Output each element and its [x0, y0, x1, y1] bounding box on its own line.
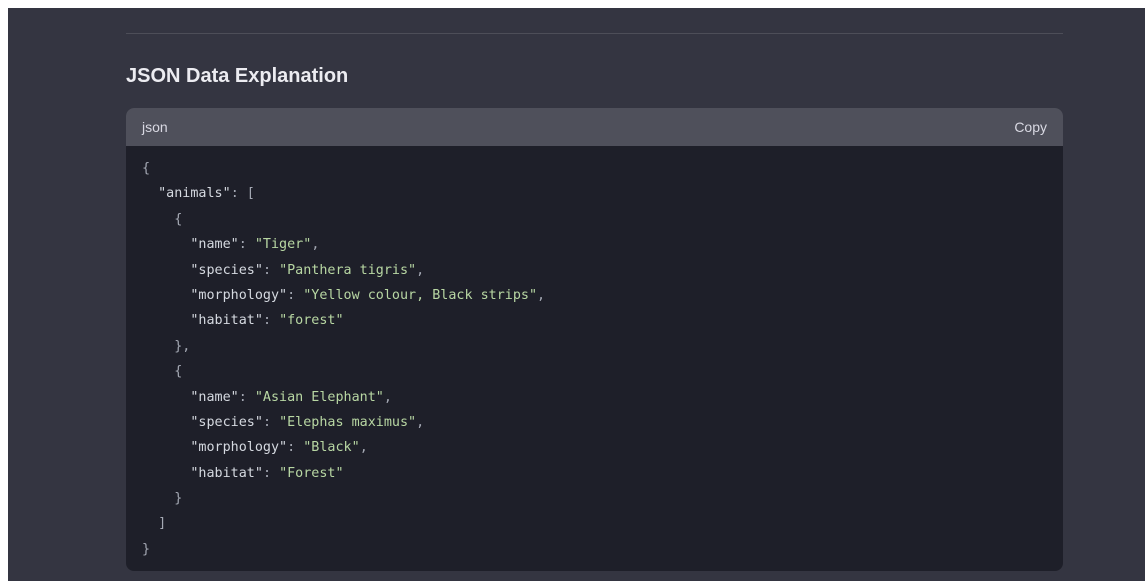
code-line: {	[142, 207, 1047, 232]
code-punctuation: : [	[230, 186, 255, 202]
section-heading: JSON Data Explanation	[126, 65, 349, 87]
code-punctuation: :	[262, 313, 280, 329]
code-key: "morphology"	[190, 440, 288, 456]
section-divider	[126, 33, 1063, 34]
code-line: "morphology": "Black",	[142, 435, 1047, 460]
code-punctuation: },	[174, 338, 191, 354]
code-punctuation: :	[262, 465, 280, 481]
code-string: "Asian Elephant"	[254, 389, 384, 405]
code-punctuation: ]	[158, 516, 167, 532]
code-key: "species"	[190, 414, 263, 430]
code-key: "habitat"	[190, 465, 263, 481]
code-punctuation: :	[287, 440, 304, 456]
code-block-header: json Copy	[126, 108, 1063, 146]
code-line: "species": "Elephas maximus",	[142, 410, 1047, 435]
code-punctuation: :	[262, 414, 280, 430]
code-string: "Tiger"	[254, 237, 312, 253]
code-punctuation: ,	[537, 287, 546, 303]
code-line: "name": "Asian Elephant",	[142, 385, 1047, 410]
previous-content-edge	[8, 8, 1145, 11]
code-punctuation: ,	[383, 389, 392, 405]
code-key: "habitat"	[190, 313, 263, 329]
code-string: "Elephas maximus"	[279, 414, 417, 430]
code-line: ]	[142, 511, 1047, 536]
code-punctuation: ,	[416, 262, 425, 278]
code-key: "morphology"	[190, 287, 288, 303]
code-punctuation: {	[174, 364, 183, 380]
code-block: json Copy { "animals": [ { "name": "Tige…	[126, 108, 1063, 571]
code-punctuation: ,	[359, 440, 368, 456]
copy-button-label: Copy	[1014, 119, 1047, 135]
code-string: "Panthera tigris"	[279, 262, 417, 278]
code-line: "animals": [	[142, 181, 1047, 206]
code-string: "forest"	[279, 313, 344, 329]
code-key: "name"	[190, 237, 239, 253]
code-line: }	[142, 486, 1047, 511]
code-line: },	[142, 334, 1047, 359]
code-key: "species"	[190, 262, 263, 278]
code-key: "animals"	[158, 186, 231, 202]
code-punctuation: ,	[311, 237, 320, 253]
copy-code-button[interactable]: Copy	[1014, 119, 1047, 135]
code-line: "morphology": "Yellow colour, Black stri…	[142, 283, 1047, 308]
code-language-label: json	[142, 119, 168, 135]
code-punctuation: :	[287, 287, 304, 303]
code-line: "species": "Panthera tigris",	[142, 258, 1047, 283]
code-punctuation: {	[174, 211, 183, 227]
chat-content-area: JSON Data Explanation json Copy { "anima…	[8, 8, 1145, 581]
code-punctuation: :	[238, 237, 255, 253]
code-line: }	[142, 537, 1047, 562]
code-punctuation: }	[142, 541, 151, 557]
code-line: "name": "Tiger",	[142, 232, 1047, 257]
code-content: { "animals": [ { "name": "Tiger", "speci…	[126, 146, 1063, 562]
code-line: "habitat": "Forest"	[142, 461, 1047, 486]
code-line: {	[142, 156, 1047, 181]
code-string: "Black"	[303, 440, 360, 456]
code-punctuation: ,	[416, 414, 425, 430]
code-line: {	[142, 359, 1047, 384]
code-key: "name"	[190, 389, 239, 405]
code-line: "habitat": "forest"	[142, 308, 1047, 333]
code-punctuation: {	[142, 161, 151, 176]
code-punctuation: :	[262, 262, 280, 278]
code-punctuation: :	[238, 389, 255, 405]
code-string: "Forest"	[279, 465, 344, 481]
code-string: "Yellow colour, Black strips"	[303, 287, 538, 303]
code-punctuation: }	[174, 491, 183, 507]
